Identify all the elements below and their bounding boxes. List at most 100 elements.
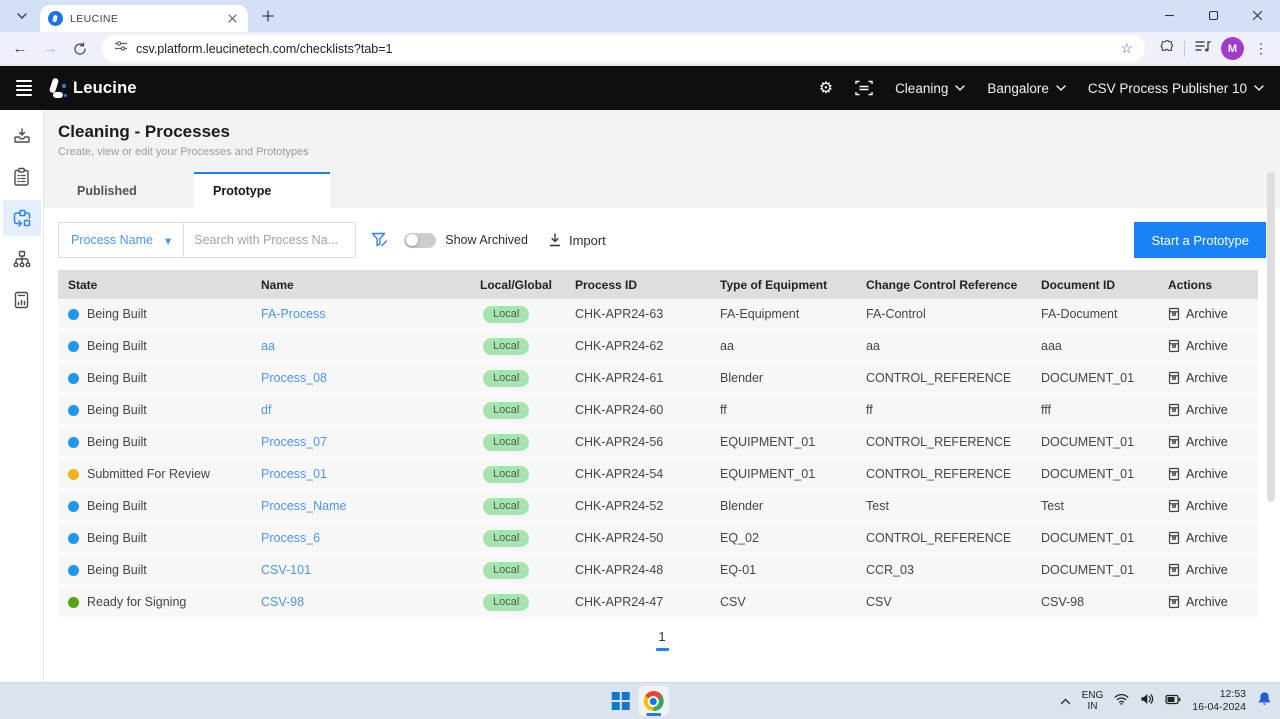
archive-action[interactable]: Archive: [1158, 339, 1258, 353]
document-id-cell: CSV-98: [1031, 595, 1158, 609]
site-settings-icon[interactable]: [114, 39, 128, 58]
name-cell: FA-Process: [251, 307, 470, 321]
state-label: Being Built: [87, 499, 147, 513]
facility-dropdown[interactable]: Bangalore: [987, 81, 1066, 96]
main: Cleaning - Processes Create, view or edi…: [0, 110, 1280, 682]
import-button[interactable]: Import: [548, 233, 606, 248]
change-control-cell: Test: [856, 499, 1031, 513]
leucine-logo-icon: [48, 78, 66, 98]
reading-list-icon[interactable]: [1195, 39, 1211, 58]
document-id-cell: DOCUMENT_01: [1031, 531, 1158, 545]
reload-icon[interactable]: [68, 37, 92, 61]
tab-close-icon[interactable]: [224, 11, 240, 27]
new-tab-button[interactable]: [256, 4, 280, 28]
hamburger-menu-icon[interactable]: [16, 80, 32, 96]
archive-action[interactable]: Archive: [1158, 467, 1258, 481]
archive-icon: [1168, 339, 1180, 353]
battery-icon[interactable]: [1165, 692, 1181, 710]
page-number[interactable]: 1: [658, 629, 665, 644]
archive-icon: [1168, 403, 1180, 417]
state-cell: Being Built: [58, 499, 251, 513]
back-icon[interactable]: ←: [8, 37, 32, 61]
scope-badge: Local: [483, 530, 529, 547]
state-label: Being Built: [87, 563, 147, 577]
archive-action[interactable]: Archive: [1158, 307, 1258, 321]
system-tray: ENG IN 12:53 16-04-2024: [1060, 683, 1272, 719]
archive-icon: [1168, 307, 1180, 321]
process-name-link[interactable]: Process_Name: [261, 499, 346, 513]
process-name-link[interactable]: CSV-98: [261, 595, 304, 609]
start-prototype-button[interactable]: Start a Prototype: [1134, 222, 1266, 258]
volume-icon[interactable]: [1140, 692, 1154, 710]
sidebar-item-reports[interactable]: [3, 282, 41, 318]
browser-menu-icon[interactable]: ⋮: [1254, 40, 1268, 57]
filter-funnel-icon[interactable]: [371, 232, 388, 248]
tray-chevron-icon[interactable]: [1060, 692, 1071, 710]
archive-action[interactable]: Archive: [1158, 499, 1258, 513]
process-name-link[interactable]: df: [261, 403, 271, 417]
state-dot-icon: [68, 565, 79, 576]
extensions-icon[interactable]: [1159, 39, 1174, 59]
maximize-icon[interactable]: [1206, 8, 1220, 22]
process-name-link[interactable]: Process_01: [261, 467, 327, 481]
show-archived-toggle[interactable]: [404, 233, 436, 248]
sidebar-item-processes[interactable]: [3, 200, 41, 236]
column-header: Change Control Reference: [856, 278, 1031, 292]
clock[interactable]: 12:53 16-04-2024: [1192, 688, 1246, 714]
process-name-link[interactable]: Process_08: [261, 371, 327, 385]
tab-published[interactable]: Published: [58, 172, 194, 208]
state-dot-icon: [68, 309, 79, 320]
process-name-link[interactable]: aa: [261, 339, 275, 353]
archive-action[interactable]: Archive: [1158, 435, 1258, 449]
close-icon[interactable]: [1250, 8, 1264, 22]
tab-search-chevron-icon[interactable]: [10, 4, 34, 28]
browser-profile-avatar[interactable]: M: [1221, 37, 1244, 60]
filter-field-dropdown[interactable]: Process Name ▾: [58, 222, 184, 258]
state-dot-icon: [68, 501, 79, 512]
minimize-icon[interactable]: [1162, 8, 1176, 22]
tab-prototype[interactable]: Prototype: [194, 172, 330, 208]
state-label: Being Built: [87, 339, 147, 353]
url-bar[interactable]: csv.platform.leucinetech.com/checklists?…: [102, 35, 1145, 62]
archive-label: Archive: [1186, 531, 1228, 545]
content: Cleaning - Processes Create, view or edi…: [44, 110, 1280, 682]
archive-action[interactable]: Archive: [1158, 531, 1258, 545]
archive-icon: [1168, 467, 1180, 481]
user-role-dropdown[interactable]: CSV Process Publisher 10: [1088, 81, 1264, 96]
browser-tab[interactable]: LEUCINE: [40, 5, 248, 32]
settings-gear-icon[interactable]: ⚙: [819, 78, 833, 98]
sidebar-item-checklists[interactable]: [3, 159, 41, 195]
use-case-dropdown[interactable]: Cleaning: [895, 81, 965, 96]
windows-taskbar: ENG IN 12:53 16-04-2024: [0, 682, 1280, 719]
state-cell: Being Built: [58, 403, 251, 417]
bookmark-star-icon[interactable]: ☆: [1120, 40, 1133, 57]
sidebar-item-inbox[interactable]: [3, 118, 41, 154]
language-indicator[interactable]: ENG IN: [1082, 690, 1104, 713]
sidebar-item-ontology[interactable]: [3, 241, 41, 277]
process-id-cell: CHK-APR24-61: [565, 371, 710, 385]
notification-bell-icon[interactable]: [1257, 691, 1272, 711]
state-cell: Being Built: [58, 531, 251, 545]
windows-start-icon[interactable]: [612, 692, 630, 710]
process-name-link[interactable]: CSV-101: [261, 563, 311, 577]
archive-label: Archive: [1186, 435, 1228, 449]
user-role-label: CSV Process Publisher 10: [1088, 81, 1247, 96]
archive-action[interactable]: Archive: [1158, 595, 1258, 609]
wifi-icon[interactable]: [1114, 692, 1129, 710]
scope-cell: Local: [470, 370, 565, 387]
table-scrollbar[interactable]: [1267, 172, 1275, 502]
facility-switch-icon[interactable]: [855, 80, 873, 96]
archive-action[interactable]: Archive: [1158, 371, 1258, 385]
taskbar-chrome-icon[interactable]: [638, 686, 668, 716]
archive-action[interactable]: Archive: [1158, 403, 1258, 417]
archive-action[interactable]: Archive: [1158, 563, 1258, 577]
name-cell: Process_Name: [251, 499, 470, 513]
appbar-right: ⚙ Cleaning Bangalore CSV Process Publish…: [819, 78, 1264, 98]
forward-icon[interactable]: →: [38, 37, 62, 61]
scope-badge: Local: [483, 306, 529, 323]
process-name-link[interactable]: Process_07: [261, 435, 327, 449]
process-name-link[interactable]: FA-Process: [261, 307, 326, 321]
search-input[interactable]: [184, 222, 356, 258]
process-name-link[interactable]: Process_6: [261, 531, 320, 545]
taskbar-center: [612, 683, 669, 719]
